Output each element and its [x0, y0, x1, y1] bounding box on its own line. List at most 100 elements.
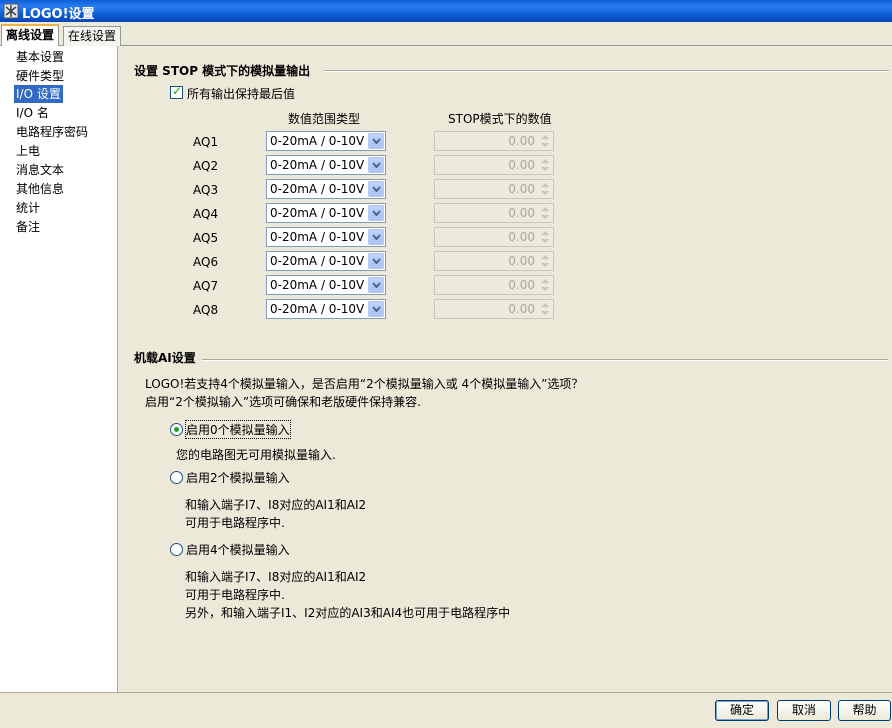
option4-note-line1: 和输入端子I7、I8对应的AI1和AI2 — [185, 570, 367, 584]
io-settings-panel: 设置 STOP 模式下的模拟量输出 ✓ 所有输出保持最后值 数值范围类型 STO… — [119, 46, 892, 692]
aq-row-label: AQ5 — [193, 231, 219, 245]
aq-row-label: AQ2 — [193, 159, 219, 173]
spin-arrows-icon — [541, 183, 549, 195]
sidebar-item-basic[interactable]: 基本设置 — [14, 48, 66, 66]
help-button[interactable]: 帮助 — [838, 700, 891, 721]
aq4-stop-value-spinner: 0.00 — [434, 203, 554, 223]
title-bar: LOGO!设置 — [0, 0, 892, 22]
sidebar-item-power-on[interactable]: 上电 — [14, 142, 42, 160]
stop-group-divider — [324, 70, 889, 72]
spin-value: 0.00 — [508, 134, 535, 148]
chevron-down-icon[interactable] — [368, 253, 384, 269]
dialog-button-bar: 确定 取消 帮助 — [0, 692, 892, 728]
spin-arrows-icon — [541, 135, 549, 147]
sidebar-item-io-settings[interactable]: I/O 设置 — [14, 85, 63, 103]
aq-row-label: AQ4 — [193, 207, 219, 221]
combo-value: 0-20mA / 0-10V — [270, 278, 365, 292]
ai-group-divider-line — [202, 359, 888, 361]
combo-value: 0-20mA / 0-10V — [270, 230, 365, 244]
combo-value: 0-20mA / 0-10V — [270, 206, 365, 220]
chevron-down-icon[interactable] — [368, 277, 384, 293]
option2-note-line2: 可用于电路程序中. — [185, 516, 285, 530]
spin-arrows-icon — [541, 207, 549, 219]
aq4-range-combobox[interactable]: 0-20mA / 0-10V — [266, 203, 386, 223]
window-title: LOGO!设置 — [22, 7, 95, 22]
aq6-range-combobox[interactable]: 0-20mA / 0-10V — [266, 251, 386, 271]
tab-strip: 离线设置 在线设置 — [0, 22, 892, 46]
combo-value: 0-20mA / 0-10V — [270, 158, 365, 172]
combo-value: 0-20mA / 0-10V — [270, 134, 365, 148]
aq7-range-combobox[interactable]: 0-20mA / 0-10V — [266, 275, 386, 295]
spin-value: 0.00 — [508, 302, 535, 316]
aq3-range-combobox[interactable]: 0-20mA / 0-10V — [266, 179, 386, 199]
chevron-down-icon[interactable] — [368, 157, 384, 173]
radio-enable-4-ai-label[interactable]: 启用4个模拟量输入 — [186, 541, 290, 558]
tab-offline-settings[interactable]: 离线设置 — [1, 24, 60, 46]
aq2-stop-value-spinner: 0.00 — [434, 155, 554, 175]
sidebar-item-other-info[interactable]: 其他信息 — [14, 180, 66, 198]
aq8-range-combobox[interactable]: 0-20mA / 0-10V — [266, 299, 386, 319]
aq-row-label: AQ6 — [193, 255, 219, 269]
radio-enable-0-ai[interactable] — [170, 423, 183, 436]
checkmark-icon: ✓ — [172, 84, 183, 98]
spin-arrows-icon — [541, 279, 549, 291]
chevron-down-icon[interactable] — [368, 133, 384, 149]
option2-note-line1: 和输入端子I7、I8对应的AI1和AI2 — [185, 498, 367, 512]
spin-value: 0.00 — [508, 254, 535, 268]
spin-value: 0.00 — [508, 230, 535, 244]
aq-row-label: AQ8 — [193, 303, 219, 317]
spin-value: 0.00 — [508, 206, 535, 220]
radio-enable-0-ai-label[interactable]: 启用0个模拟量输入 — [185, 420, 291, 439]
sidebar: 基本设置 硬件类型 I/O 设置 I/O 名 电路程序密码 上电 消息文本 其他… — [0, 46, 118, 692]
combo-value: 0-20mA / 0-10V — [270, 182, 365, 196]
spin-value: 0.00 — [508, 158, 535, 172]
aq-row-label: AQ1 — [193, 135, 219, 149]
radio-enable-2-ai[interactable] — [170, 471, 183, 484]
keep-last-value-checkbox[interactable]: ✓ — [170, 84, 183, 99]
sidebar-item-hardware-type[interactable]: 硬件类型 — [14, 67, 66, 85]
keep-last-value-label: 所有输出保持最后值 — [187, 87, 296, 101]
aq2-range-combobox[interactable]: 0-20mA / 0-10V — [266, 155, 386, 175]
aq1-range-combobox[interactable]: 0-20mA / 0-10V — [266, 131, 386, 151]
sidebar-item-comments[interactable]: 备注 — [14, 218, 42, 236]
tab-online-settings[interactable]: 在线设置 — [63, 26, 122, 46]
radio-selected-dot — [174, 427, 179, 432]
stop-value-column-header: STOP模式下的数值 — [448, 112, 552, 126]
stop-group-title: 设置 STOP 模式下的模拟量输出 — [134, 64, 311, 78]
option4-note-line3: 另外，和输入端子I1、I2对应的AI3和AI4也可用于电路程序中 — [185, 606, 511, 620]
chevron-down-icon[interactable] — [368, 205, 384, 221]
radio-enable-4-ai[interactable] — [170, 543, 183, 556]
ai-description-line2: 启用“2个模拟输入”选项可确保和老版硬件保持兼容. — [145, 395, 421, 409]
aq7-stop-value-spinner: 0.00 — [434, 275, 554, 295]
combo-value: 0-20mA / 0-10V — [270, 254, 365, 268]
spin-value: 0.00 — [508, 278, 535, 292]
radio-enable-2-ai-label[interactable]: 启用2个模拟量输入 — [186, 469, 290, 486]
spin-arrows-icon — [541, 303, 549, 315]
chevron-down-icon[interactable] — [368, 301, 384, 317]
chevron-down-icon[interactable] — [368, 229, 384, 245]
spin-value: 0.00 — [508, 182, 535, 196]
sidebar-item-io-names[interactable]: I/O 名 — [14, 104, 51, 122]
ai-group-title: 机载AI设置 — [134, 351, 196, 365]
aq8-stop-value-spinner: 0.00 — [434, 299, 554, 319]
aq3-stop-value-spinner: 0.00 — [434, 179, 554, 199]
cancel-button[interactable]: 取消 — [777, 700, 831, 721]
spin-arrows-icon — [541, 255, 549, 267]
sidebar-item-message-text[interactable]: 消息文本 — [14, 161, 66, 179]
ok-button[interactable]: 确定 — [715, 700, 769, 721]
aq5-stop-value-spinner: 0.00 — [434, 227, 554, 247]
chevron-down-icon[interactable] — [368, 181, 384, 197]
aq-row-label: AQ3 — [193, 183, 219, 197]
spin-arrows-icon — [541, 159, 549, 171]
aq1-stop-value-spinner: 0.00 — [434, 131, 554, 151]
sidebar-item-statistics[interactable]: 统计 — [14, 199, 42, 217]
ai-description-line1: LOGO!若支持4个模拟量输入，是否启用“2个模拟量输入或 4个模拟量输入”选项… — [145, 377, 584, 391]
aq5-range-combobox[interactable]: 0-20mA / 0-10V — [266, 227, 386, 247]
option4-note-line2: 可用于电路程序中. — [185, 588, 285, 602]
logo-app-icon — [3, 3, 19, 19]
aq-row-label: AQ7 — [193, 279, 219, 293]
aq6-stop-value-spinner: 0.00 — [434, 251, 554, 271]
sidebar-item-program-password[interactable]: 电路程序密码 — [14, 123, 90, 141]
spin-arrows-icon — [541, 231, 549, 243]
option0-note: 您的电路图无可用模拟量输入. — [176, 448, 336, 462]
